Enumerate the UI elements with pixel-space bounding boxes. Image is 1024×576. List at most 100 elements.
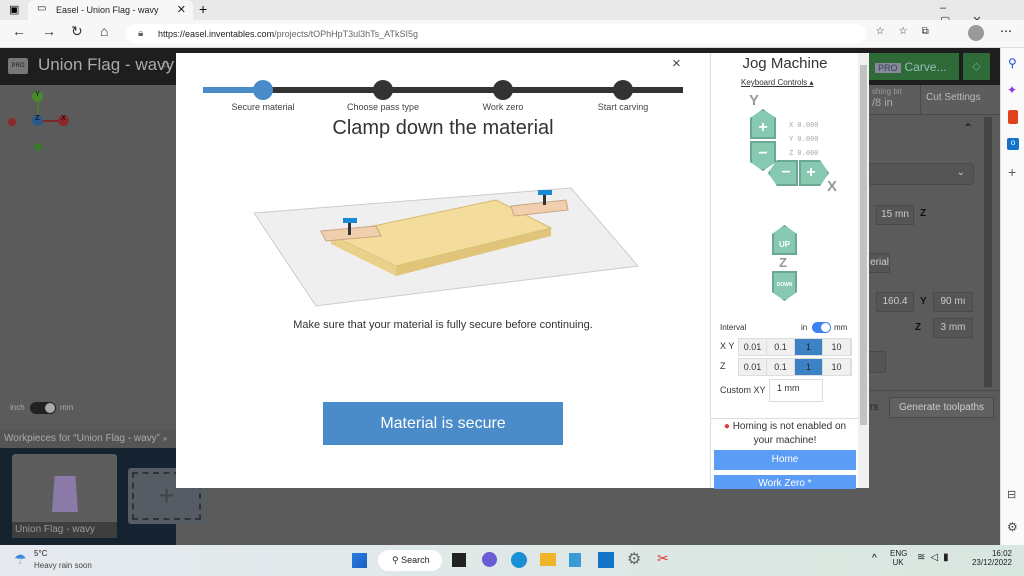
- depth-input[interactable]: 15 mn: [876, 205, 914, 225]
- unit-toggle[interactable]: [812, 322, 831, 333]
- settings-scrollbar[interactable]: [984, 117, 992, 387]
- interval-option-selected[interactable]: 1: [795, 339, 823, 355]
- progress-track: [203, 87, 683, 93]
- clamp-illustration: [253, 187, 639, 307]
- favorite-star-icon[interactable]: ☆: [161, 58, 171, 71]
- interval-option[interactable]: 0.01: [739, 339, 767, 355]
- tab-actions-icon[interactable]: ▣: [9, 3, 19, 16]
- unit-in-label: in: [801, 323, 808, 332]
- cut-settings-button[interactable]: Cut Settings: [926, 92, 980, 103]
- weather-text[interactable]: Heavy rain soon: [34, 561, 92, 570]
- new-tab-icon[interactable]: +: [199, 1, 207, 17]
- chat-icon[interactable]: [482, 552, 497, 567]
- copilot-icon[interactable]: ✦: [1007, 83, 1017, 97]
- homing-warning-text: Homing is not enabled on your machine!: [732, 421, 847, 446]
- search-box[interactable]: ⚲ Search: [378, 550, 442, 571]
- url-input[interactable]: 🔒︎ https://easel.inventables.com/project…: [126, 24, 866, 44]
- sidebar-toggle-icon[interactable]: ⊟: [1007, 488, 1016, 501]
- photos-icon[interactable]: [569, 553, 581, 567]
- more-icon[interactable]: ⋯: [1000, 24, 1012, 38]
- carve-button[interactable]: PRO Carve...: [869, 53, 959, 80]
- units-toggle[interactable]: [30, 402, 56, 414]
- snipping-tool-icon[interactable]: ✂: [657, 550, 669, 567]
- interval-option[interactable]: 10: [823, 339, 851, 355]
- clock[interactable]: 16:02 23/12/2022: [962, 549, 1012, 567]
- browser-toolbar-icons[interactable]: A☆☆⧉: [855, 26, 943, 37]
- step-label: Start carving: [597, 102, 649, 112]
- system-tray-icons[interactable]: ≋◁▮: [917, 552, 954, 563]
- generate-toolpaths-button[interactable]: Generate toolpaths: [889, 397, 994, 418]
- interval-option[interactable]: 0.1: [767, 359, 795, 375]
- taskbar: ☂ 5°C Heavy rain soon ⚲ Search ⚙ ✂ ^ ENG…: [0, 545, 1024, 576]
- url-path: /projects/tOPhHpT3ul3hTs_ATkSI5g: [274, 29, 418, 39]
- jog-z-down-button[interactable]: DOWN: [772, 271, 797, 301]
- custom-xy-input[interactable]: 1 mm: [769, 379, 823, 402]
- interval-option[interactable]: 0.1: [767, 339, 795, 355]
- jog-y-plus-button[interactable]: +: [750, 109, 776, 139]
- interval-option[interactable]: 10: [823, 359, 851, 375]
- origin-dot: [8, 118, 16, 126]
- search-label: Search: [401, 555, 430, 565]
- homing-section: ● Homing is not enabled on your machine!…: [711, 418, 859, 489]
- home-button[interactable]: Home: [714, 450, 856, 470]
- profile-avatar[interactable]: [968, 25, 984, 41]
- workpieces-header[interactable]: Workpieces for “Union Flag - wavy” »: [0, 430, 176, 448]
- edge-sidebar: ⚲ ✦ o + ⊟ ⚙: [1000, 48, 1024, 545]
- jog-z-up-button[interactable]: UP: [772, 225, 797, 255]
- lock-icon: 🔒︎: [138, 28, 144, 39]
- settings-icon[interactable]: ⚙: [627, 549, 641, 569]
- workpiece-card[interactable]: Union Flag - wavy: [12, 454, 117, 538]
- close-tab-icon[interactable]: ✕: [177, 3, 186, 16]
- refresh-icon[interactable]: ↻: [71, 23, 83, 40]
- y-axis-dot[interactable]: Y: [32, 91, 43, 102]
- office-icon[interactable]: [1008, 110, 1018, 124]
- file-explorer-icon[interactable]: [540, 553, 556, 566]
- jog-machine-panel: Jog Machine Keyboard Controls ▴ Y + − − …: [710, 53, 859, 489]
- task-view-icon[interactable]: [452, 553, 466, 567]
- project-title[interactable]: Union Flag - wavy: [38, 55, 174, 75]
- start-icon[interactable]: [352, 553, 367, 568]
- unit-mm-label: mm: [834, 323, 848, 332]
- browser-tab[interactable]: ▭ Easel - Union Flag - wavy ✕: [28, 0, 193, 20]
- jog-scrollbar[interactable]: [858, 53, 869, 488]
- add-icon[interactable]: +: [1008, 164, 1016, 180]
- collapse-chevron-icon[interactable]: ⌃: [963, 121, 973, 135]
- date: 23/12/2022: [971, 558, 1012, 567]
- weather-icon: ☂: [14, 551, 27, 567]
- outlook-icon[interactable]: [598, 552, 614, 568]
- outlook-icon[interactable]: o: [1007, 138, 1019, 150]
- jog-x-plus-button[interactable]: +: [799, 160, 829, 186]
- search-icon[interactable]: ⚲: [1008, 56, 1017, 70]
- back-icon[interactable]: ←: [12, 23, 26, 39]
- fullscreen-button[interactable]: ⬦: [963, 53, 990, 80]
- interval-option[interactable]: 0.01: [739, 359, 767, 375]
- keyboard-controls-link[interactable]: Keyboard Controls ▴: [741, 78, 814, 87]
- units-mm-label: mm: [60, 403, 74, 412]
- jog-y-minus-button[interactable]: −: [750, 141, 776, 171]
- temperature[interactable]: 5°C: [34, 549, 47, 558]
- homing-warning: ● Homing is not enabled on your machine!: [711, 419, 859, 449]
- step-dot-start-carving: [613, 80, 633, 100]
- thickness-input[interactable]: 3 mm: [933, 318, 973, 338]
- xy-interval-label: X Y: [720, 341, 735, 351]
- z-axis-dot[interactable]: Z: [32, 115, 43, 126]
- width-input[interactable]: 160.4: [876, 292, 914, 312]
- material-button[interactable]: erial: [868, 253, 890, 273]
- language-indicator[interactable]: ENG UK: [890, 549, 907, 567]
- input-box[interactable]: [868, 351, 886, 373]
- x-axis-dot[interactable]: X: [58, 115, 69, 126]
- material-dropdown[interactable]: ⌄: [868, 163, 974, 185]
- bit-settings[interactable]: shing bit /8 in Cut Settings: [868, 85, 1000, 115]
- settings-icon[interactable]: ⚙: [1007, 520, 1018, 534]
- z-axis-label: Z: [779, 255, 787, 270]
- work-zero-button[interactable]: Work Zero *: [714, 475, 856, 489]
- interval-option-selected[interactable]: 1: [795, 359, 823, 375]
- forward-icon[interactable]: →: [42, 23, 56, 39]
- material-secure-button[interactable]: Material is secure: [323, 402, 563, 445]
- edge-icon[interactable]: [511, 552, 527, 568]
- show-hidden-icons[interactable]: ^: [872, 553, 877, 564]
- home-icon[interactable]: ⌂: [100, 23, 108, 39]
- close-modal-button[interactable]: ×: [672, 55, 681, 72]
- x-coordinate: X 0.000: [789, 121, 819, 129]
- height-input[interactable]: 90 mı: [933, 292, 973, 312]
